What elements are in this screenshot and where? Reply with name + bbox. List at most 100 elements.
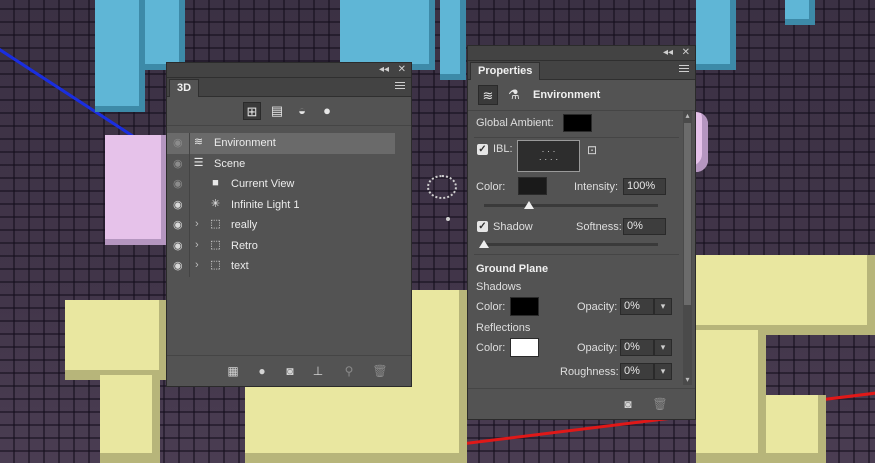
layer-name: Scene <box>214 157 246 170</box>
expand-chevron-icon[interactable]: › <box>195 259 199 271</box>
reflections-color-swatch[interactable] <box>510 338 539 357</box>
intensity-slider-knob[interactable] <box>524 201 535 209</box>
shadows-heading: Shadows <box>476 281 522 293</box>
expand-chevron-icon[interactable]: › <box>195 239 199 251</box>
render-icon[interactable]: ⚲ <box>341 363 357 379</box>
global-ambient-swatch[interactable] <box>563 114 592 132</box>
intensity-input[interactable]: 100% <box>623 178 666 195</box>
shadows-opacity-dropdown[interactable]: ▾ <box>654 298 672 315</box>
row-separator <box>189 256 190 277</box>
mesh-retro-letter <box>696 112 708 172</box>
delete-icon[interactable]: 🗑 <box>652 396 668 412</box>
mesh-really-letter <box>145 0 185 70</box>
shadows-color-swatch[interactable] <box>510 297 539 316</box>
visibility-eye-icon[interactable]: ◉ <box>173 178 185 190</box>
panel-menu-icon[interactable] <box>679 65 689 74</box>
mesh-text-letter <box>65 300 167 380</box>
delete-icon[interactable]: 🗑 <box>372 363 388 379</box>
mesh-really-letter <box>440 0 466 80</box>
lights-icon[interactable]: ● <box>318 102 336 120</box>
visibility-eye-icon[interactable]: ◉ <box>173 260 185 272</box>
softness-label: Softness: <box>576 221 622 233</box>
shadows-color-label: Color: <box>476 301 506 313</box>
layer-name: Current View <box>231 178 295 190</box>
mesh-text-letter <box>696 255 875 335</box>
reflections-opacity-dropdown[interactable]: ▾ <box>654 339 672 356</box>
softness-slider[interactable] <box>484 243 658 246</box>
mesh-icon: ⬚ <box>210 238 221 251</box>
close-icon[interactable]: ✕ <box>398 64 406 76</box>
panel-bottom-toolbar: ▦ ● ◙ ⊥ ⚲ 🗑 <box>167 355 411 386</box>
properties-panel: ◂◂ ✕ Properties ≋ ⚗ Environment Global A… <box>467 45 696 420</box>
roughness-input[interactable]: 0% <box>620 363 654 380</box>
scroll-up-icon[interactable]: ▴ <box>683 111 692 121</box>
close-icon[interactable]: ✕ <box>682 47 690 59</box>
properties-scrollbar[interactable]: ▴ ▾ <box>683 111 692 385</box>
drop-to-plane-icon[interactable]: ⊥ <box>310 363 326 379</box>
softness-input[interactable]: 0% <box>623 218 666 235</box>
3d-viewport[interactable] <box>0 0 875 463</box>
layer-name: Environment <box>214 137 276 149</box>
ground-plane-heading: Ground Plane <box>476 263 549 275</box>
camera-icon: ■ <box>212 177 219 189</box>
visibility-eye-icon[interactable]: ◉ <box>173 137 185 149</box>
environment-icon[interactable]: ≋ <box>478 85 498 105</box>
reflections-opacity-input[interactable]: 0% <box>620 339 654 356</box>
row-separator <box>189 215 190 236</box>
tab-3d[interactable]: 3D <box>169 79 200 97</box>
mesh-text-letter <box>766 395 826 463</box>
layer-name: text <box>231 260 249 272</box>
materials-icon[interactable]: ◒ <box>293 102 311 120</box>
collapse-icon[interactable]: ◂◂ <box>663 47 673 59</box>
light-target-icon <box>446 217 450 221</box>
mesh-icon: ⬚ <box>210 218 221 230</box>
roughness-dropdown[interactable]: ▾ <box>654 363 672 380</box>
mesh-really-letter <box>95 0 145 112</box>
shadows-opacity-input[interactable]: 0% <box>620 298 654 315</box>
visibility-eye-icon[interactable]: ◉ <box>173 240 185 252</box>
visibility-eye-icon[interactable]: ◉ <box>173 219 185 231</box>
panel-top-strip: ◂◂ ✕ <box>167 63 411 78</box>
expand-chevron-icon[interactable]: › <box>195 218 199 230</box>
softness-slider-knob[interactable] <box>479 240 489 248</box>
mesh-really-letter <box>696 0 736 70</box>
visibility-eye-icon[interactable]: ◉ <box>173 158 185 170</box>
ibl-texture-preview[interactable]: · · · · · · · <box>517 140 580 172</box>
add-constraint-icon[interactable]: ◙ <box>282 363 298 379</box>
scene-layer-list: ◉ ≋ Environment ◉ ☰ Scene ◉ ■ Current View ◉ ✳ Infi… <box>167 133 411 277</box>
layer-row[interactable]: ◉ ■ Current View <box>167 174 411 195</box>
tab-properties[interactable]: Properties <box>470 62 541 80</box>
render-icon[interactable]: ◙ <box>620 396 636 412</box>
layer-row[interactable]: ◉ › ⬚ text <box>167 256 411 277</box>
ibl-color-swatch[interactable] <box>518 177 547 195</box>
row-separator <box>189 133 190 154</box>
layer-row[interactable]: ◉ ≋ Environment <box>167 133 395 154</box>
add-light-icon[interactable]: ● <box>254 363 270 379</box>
layer-row[interactable]: ◉ ☰ Scene <box>167 153 411 174</box>
scroll-down-icon[interactable]: ▾ <box>683 375 692 385</box>
collapse-icon[interactable]: ◂◂ <box>379 64 389 76</box>
scene-icon: ☰ <box>193 156 204 169</box>
layer-name: Retro <box>231 239 258 252</box>
layer-row[interactable]: ◉ › ⬚ Retro <box>167 235 411 256</box>
layer-name: Infinite Light 1 <box>231 198 300 211</box>
mesh-really-letter <box>785 0 815 25</box>
add-mesh-icon[interactable]: ▦ <box>225 363 241 379</box>
whole-scene-icon[interactable]: ⊞ <box>243 102 261 120</box>
reflections-color-label: Color: <box>476 342 506 354</box>
ibl-checkbox[interactable]: ✓ <box>477 144 488 155</box>
intensity-slider[interactable] <box>484 204 658 207</box>
ibl-color-label: Color: <box>476 181 506 193</box>
meshes-icon[interactable]: ▤ <box>268 102 286 120</box>
edit-texture-icon[interactable]: ⊡ <box>587 143 597 157</box>
visibility-eye-icon[interactable]: ◉ <box>173 199 185 211</box>
panel-menu-icon[interactable] <box>395 82 405 91</box>
coordinates-icon[interactable]: ⚗ <box>504 85 524 105</box>
layer-row[interactable]: ◉ › ⬚ really <box>167 215 411 236</box>
scrollbar-thumb[interactable] <box>684 123 691 305</box>
panel-tab-bar: 3D <box>167 78 411 97</box>
shadows-opacity-label: Opacity: <box>577 301 618 313</box>
shadow-checkbox[interactable]: ✓ <box>477 221 488 232</box>
light-gizmo-icon[interactable] <box>427 175 457 199</box>
layer-row[interactable]: ◉ ✳ Infinite Light 1 <box>167 194 411 215</box>
